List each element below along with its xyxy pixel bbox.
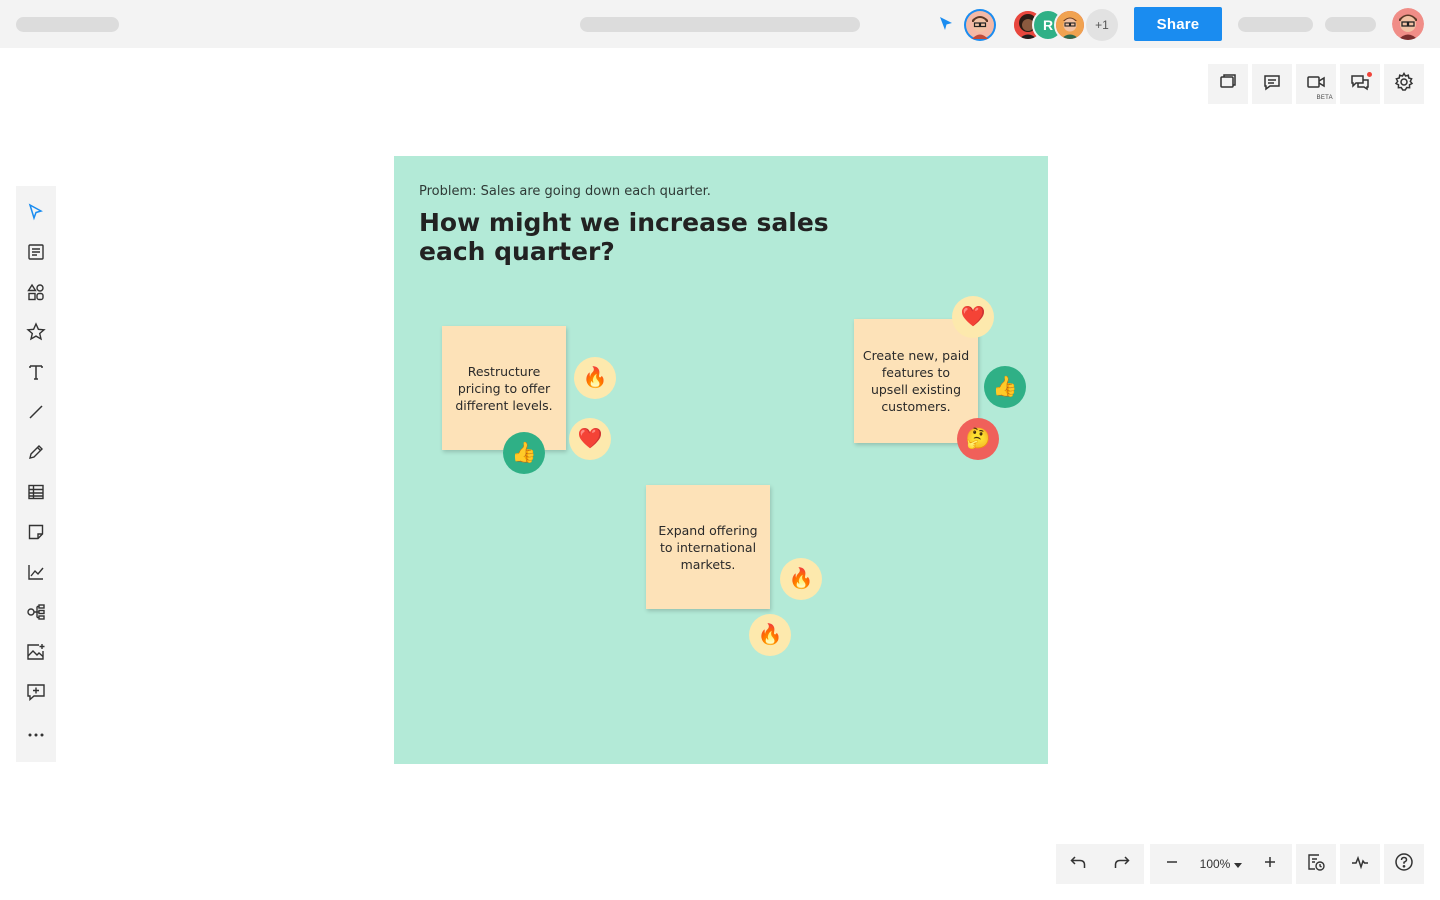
pen-icon [27, 443, 45, 466]
avatar-initial: R [1042, 17, 1054, 33]
zoom-in-button[interactable] [1248, 844, 1292, 884]
comment-icon [1262, 72, 1282, 97]
zoom-controls: 100% [1150, 844, 1292, 884]
mind-map-tool[interactable] [16, 594, 56, 634]
select-tool[interactable] [16, 194, 56, 234]
chat-button[interactable] [1340, 64, 1380, 104]
comment-add-tool[interactable] [16, 674, 56, 714]
notification-dot [1367, 72, 1372, 77]
thinking-reaction[interactable]: 🤔 [957, 418, 999, 460]
zoom-level-dropdown[interactable]: 100% [1194, 857, 1248, 871]
favorites-tool[interactable] [16, 314, 56, 354]
fire-reaction[interactable]: 🔥 [780, 558, 822, 600]
fire-reaction[interactable]: 🔥 [749, 614, 791, 656]
zoom-level: 100% [1199, 857, 1231, 871]
sticky-note-icon [27, 523, 45, 546]
zoom-out-button[interactable] [1150, 844, 1194, 884]
thumbs-up-icon: 👍 [992, 376, 1018, 398]
minus-icon [1165, 855, 1179, 874]
heart-icon: ❤️ [960, 306, 986, 328]
select-icon [27, 202, 45, 226]
pen-tool[interactable] [16, 434, 56, 474]
top-bar: R +1 Share [0, 0, 1440, 48]
line-tool[interactable] [16, 394, 56, 434]
board-subtitle: Problem: Sales are going down each quart… [419, 184, 711, 199]
current-user-avatar[interactable] [964, 9, 996, 41]
image-icon [26, 643, 46, 666]
sticky-note-text: Expand offering to international markets… [658, 522, 758, 572]
fire-reaction[interactable]: 🔥 [574, 357, 616, 399]
undo-button[interactable] [1056, 844, 1100, 884]
pulse-icon [1350, 852, 1370, 877]
heart-reaction[interactable]: ❤️ [569, 418, 611, 460]
sticky-note[interactable]: Create new, paid features to upsell exis… [854, 319, 978, 443]
breadcrumb-placeholder[interactable] [580, 17, 860, 32]
document-tool[interactable] [16, 234, 56, 274]
more-icon [27, 725, 45, 743]
revision-history-button[interactable] [1296, 844, 1336, 884]
caret-down-icon [1234, 857, 1243, 871]
board-title: How might we increase sales each quarter… [419, 208, 829, 266]
more-tools-button[interactable] [16, 714, 56, 754]
account-avatar[interactable] [1392, 8, 1424, 40]
fire-icon: 🔥 [582, 367, 608, 389]
text-tool[interactable] [16, 354, 56, 394]
plus-icon [1263, 855, 1277, 874]
shapes-icon [27, 283, 45, 306]
help-icon [1394, 852, 1414, 877]
video-icon [1306, 72, 1326, 97]
redo-icon [1113, 853, 1131, 876]
left-toolbar [16, 186, 56, 762]
text-icon [27, 363, 45, 386]
revision-history-control [1296, 844, 1336, 884]
line-icon [27, 403, 45, 426]
heart-icon: ❤️ [577, 428, 603, 450]
cursor-icon [938, 16, 954, 37]
sticky-note[interactable]: Restructure pricing to offer different l… [442, 326, 566, 450]
chart-icon [27, 563, 45, 586]
sticky-note[interactable]: Expand offering to international markets… [646, 485, 770, 609]
activity-control [1340, 844, 1380, 884]
brainstorm-board[interactable]: Problem: Sales are going down each quart… [394, 156, 1048, 764]
activity-button[interactable] [1340, 844, 1380, 884]
help-control [1384, 844, 1424, 884]
fire-icon: 🔥 [788, 568, 814, 590]
comments-button[interactable] [1252, 64, 1292, 104]
document-title-placeholder[interactable] [16, 17, 119, 32]
menu-placeholder[interactable] [1238, 17, 1313, 32]
image-tool[interactable] [16, 634, 56, 674]
thumbs-up-reaction[interactable]: 👍 [984, 366, 1026, 408]
table-tool[interactable] [16, 474, 56, 514]
chart-tool[interactable] [16, 554, 56, 594]
document-icon [27, 243, 45, 266]
table-icon [27, 483, 45, 506]
help-button[interactable] [1384, 844, 1424, 884]
more-collaborators-badge[interactable]: +1 [1086, 9, 1118, 41]
history-controls [1056, 844, 1144, 884]
shapes-tool[interactable] [16, 274, 56, 314]
collaborator-avatar[interactable] [1054, 9, 1086, 41]
video-call-button[interactable]: BETA [1296, 64, 1336, 104]
sticky-note-text: Create new, paid features to upsell exis… [862, 348, 970, 414]
thumbs-up-reaction[interactable]: 👍 [503, 432, 545, 474]
heart-reaction[interactable]: ❤️ [952, 296, 994, 338]
gear-icon [1394, 71, 1414, 97]
history-icon [1306, 852, 1326, 877]
settings-button[interactable] [1384, 64, 1424, 104]
fire-icon: 🔥 [757, 624, 783, 646]
share-button[interactable]: Share [1134, 7, 1222, 41]
thinking-icon: 🤔 [965, 428, 991, 450]
pages-button[interactable] [1208, 64, 1248, 104]
menu-placeholder[interactable] [1325, 17, 1376, 32]
sticky-note-tool[interactable] [16, 514, 56, 554]
beta-badge: BETA [1316, 95, 1333, 101]
thumbs-up-icon: 👍 [511, 442, 537, 464]
mind-map-icon [26, 603, 46, 626]
redo-button[interactable] [1100, 844, 1144, 884]
undo-icon [1069, 853, 1087, 876]
pages-icon [1218, 72, 1238, 97]
sticky-note-text: Restructure pricing to offer different l… [455, 363, 553, 413]
star-icon [26, 321, 46, 347]
comment-add-icon [26, 683, 46, 706]
